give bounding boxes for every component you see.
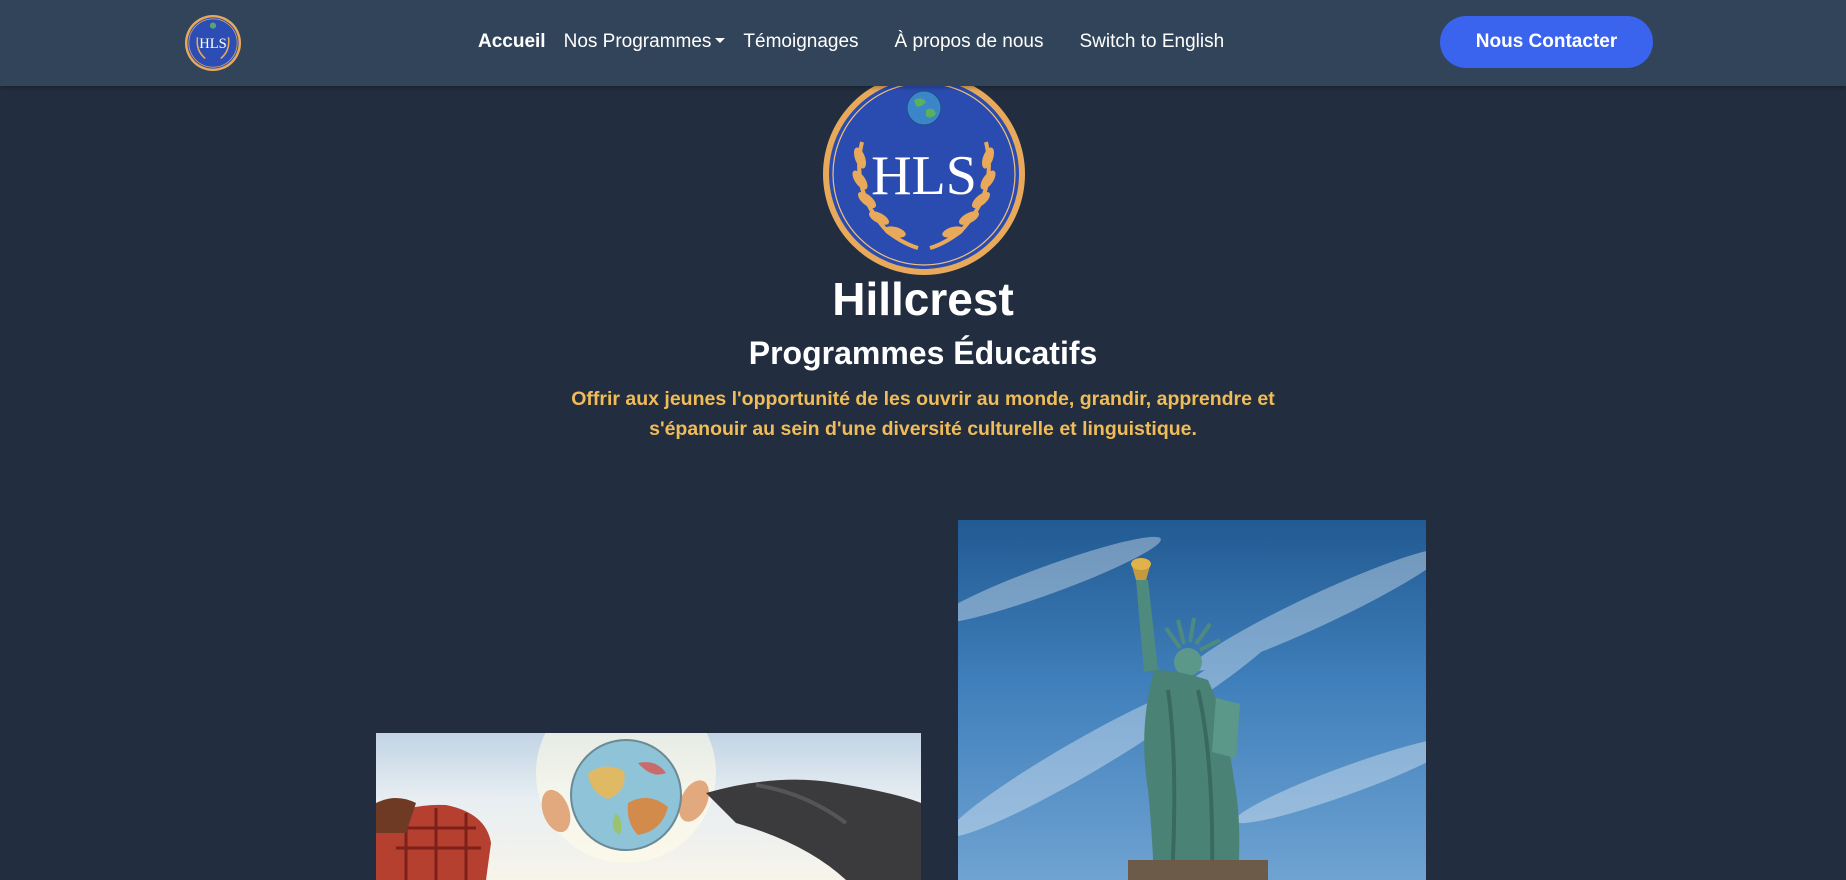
nav-link-switch-language[interactable]: Switch to English (1080, 31, 1225, 53)
nav-link-programmes-label: Nos Programmes (563, 31, 712, 52)
globe-photo (376, 733, 921, 880)
nav-logo-text: HLS (199, 36, 226, 52)
globe-photo-image (376, 733, 921, 880)
nav-link-accueil[interactable]: Accueil (478, 31, 546, 53)
hls-hero-logo-icon: HLS (823, 73, 1025, 275)
hero-subtitle: Programmes Éducatifs (748, 335, 1098, 371)
hls-logo-icon[interactable]: HLS (184, 14, 242, 72)
hero-tagline: Offrir aux jeunes l'opportunité de les o… (571, 388, 1275, 440)
nav-link-a-propos[interactable]: À propos de nous (895, 31, 1044, 53)
main-nav: Accueil Nos Programmes Témoignages À pro… (478, 0, 1224, 84)
hero-logo-text: HLS (871, 145, 977, 207)
hero-title: Hillcrest (832, 273, 1014, 325)
nav-link-programmes[interactable]: Nos Programmes (564, 31, 726, 53)
caret-down-icon (715, 38, 726, 43)
nav-link-temoignages[interactable]: Témoignages (743, 31, 858, 53)
navbar: HLS Accueil Nos Programmes Témoignages À… (0, 0, 1846, 86)
contact-button[interactable]: Nous Contacter (1440, 16, 1653, 68)
statue-of-liberty-image (958, 536, 1426, 880)
statue-of-liberty-photo (958, 520, 1426, 880)
